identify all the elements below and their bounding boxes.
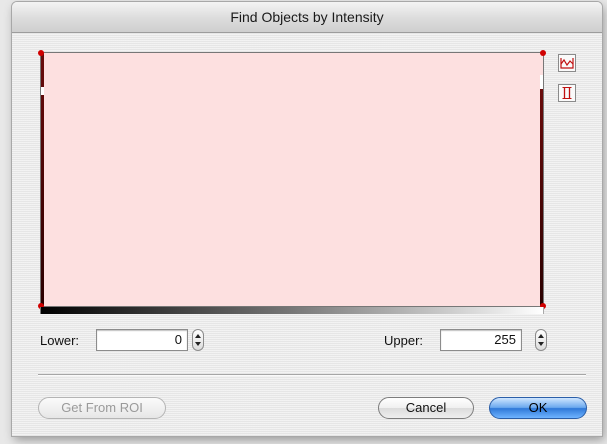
threshold-lines-button[interactable] [558,84,576,102]
window-title: Find Objects by Intensity [230,9,384,25]
upper-stepper[interactable] [535,329,547,351]
intensity-gradient-bar [40,307,544,314]
histogram-range-icon [560,56,574,70]
intensity-histogram[interactable] [38,50,546,309]
histogram-range-button[interactable] [558,54,576,72]
histogram-right-edge [540,89,543,306]
upper-step-up-icon[interactable] [538,334,544,338]
ok-button[interactable]: OK [489,397,587,419]
histogram-left-marker [41,87,44,95]
get-from-roi-button[interactable]: Get From ROI [38,397,166,419]
lower-step-up-icon[interactable] [195,334,201,338]
find-objects-dialog: Find Objects by Intensity Lower: 0 Upper… [12,2,602,436]
cancel-button[interactable]: Cancel [378,397,474,419]
lower-stepper[interactable] [192,329,204,351]
upper-label: Upper: [384,333,424,348]
histogram-right-marker [540,75,543,89]
top-right-handle[interactable] [540,50,546,56]
upper-field[interactable]: 255 [440,329,522,351]
top-left-handle[interactable] [38,50,44,56]
lower-label: Lower: [40,333,80,348]
upper-step-down-icon[interactable] [538,342,544,346]
threshold-lines-icon [560,86,574,100]
lower-field[interactable]: 0 [96,329,188,351]
title-bar[interactable]: Find Objects by Intensity [12,2,602,33]
lower-step-down-icon[interactable] [195,342,201,346]
footer-divider [38,374,586,376]
